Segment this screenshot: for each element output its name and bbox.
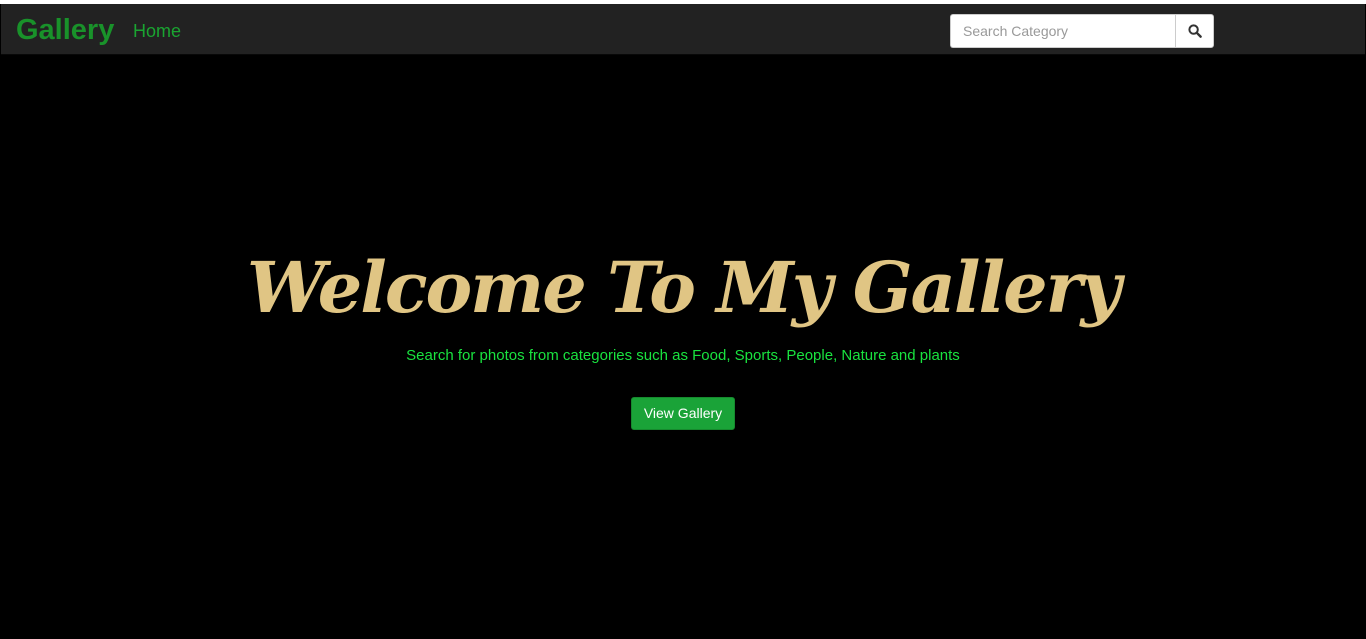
brand-link[interactable]: Gallery — [16, 13, 114, 47]
nav-home-link[interactable]: Home — [133, 21, 181, 41]
hero-title: Welcome To My Gallery — [246, 246, 1121, 329]
hero-subtitle: Search for photos from categories such a… — [406, 347, 960, 364]
navbar: Gallery Home — [1, 4, 1365, 55]
page: Gallery Home Welcome To My Gallery Searc… — [0, 0, 1366, 639]
search-input[interactable] — [950, 14, 1175, 48]
view-gallery-button[interactable]: View Gallery — [631, 397, 735, 430]
search-button[interactable] — [1175, 14, 1214, 48]
search-form — [950, 14, 1214, 48]
search-icon — [1187, 24, 1202, 38]
